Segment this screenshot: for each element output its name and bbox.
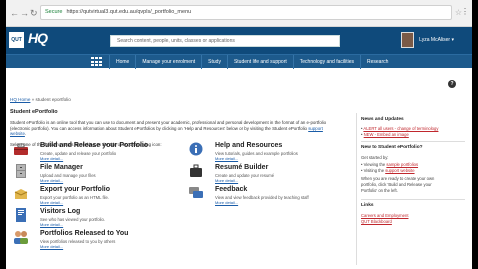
apps-grid-icon[interactable]	[91, 57, 103, 67]
browser-toolbar: ← → ↻ Secure https://qutvirtual3.qut.edu.…	[6, 0, 472, 27]
nav-student-life[interactable]: Student life and support	[226, 55, 293, 69]
panel-divider	[361, 199, 465, 200]
breadcrumb-current: » student eportfolio	[31, 97, 71, 102]
avatar[interactable]	[401, 32, 414, 48]
more-detail-link[interactable]: More detail...	[40, 200, 63, 205]
user-menu[interactable]: Lyza McAliser ▾	[419, 37, 454, 43]
tile-title[interactable]: Portfolios Released to You	[40, 230, 128, 237]
more-detail-link[interactable]: More detail...	[40, 222, 63, 227]
tile-title[interactable]: File Manager	[40, 164, 83, 171]
more-detail-link[interactable]: More detail...	[40, 178, 63, 183]
new-user-section: New to Student ePortfolio? Get started b…	[361, 145, 465, 193]
tile-title[interactable]: Resumé Builder	[215, 164, 268, 171]
help-icon[interactable]: ?	[448, 80, 456, 88]
briefcase-icon[interactable]	[188, 164, 204, 178]
more-detail-link[interactable]: More detail...	[40, 244, 63, 249]
blackboard-link[interactable]: QUT Blackboard	[361, 219, 392, 224]
step-text: Viewing the	[363, 162, 387, 167]
feedback-speech-icon[interactable]	[188, 186, 204, 200]
tile-title[interactable]: Help and Resources	[215, 142, 282, 149]
export-box-icon[interactable]	[13, 186, 29, 200]
left-letterbox	[0, 0, 6, 269]
step-text: Visiting the	[363, 168, 386, 173]
panel-divider	[361, 141, 465, 142]
people-icon[interactable]	[13, 230, 29, 244]
intro-body: Student ePortfolio is an online tool tha…	[10, 120, 327, 131]
secure-indicator: Secure	[45, 9, 63, 15]
main-content: HQ Home » student eportfolio Student ePo…	[10, 97, 350, 147]
tile-title[interactable]: Export your Portfolio	[40, 186, 110, 193]
qut-logo[interactable]: QUT	[9, 32, 24, 48]
intro-end: .	[24, 131, 27, 137]
tile-title[interactable]: Build and Release your Portfolio	[40, 142, 148, 149]
breadcrumb: HQ Home » student eportfolio	[10, 97, 350, 102]
right-letterbox	[472, 0, 478, 269]
news-link-terminology[interactable]: ALERT all users - change of terminology	[363, 126, 438, 131]
sidebar-panel: News and Updates • ALERT all users - cha…	[356, 113, 466, 265]
get-started-text: Get started by:	[361, 155, 389, 160]
back-arrow-icon[interactable]: ←	[10, 8, 19, 18]
info-icon[interactable]	[188, 142, 204, 156]
sample-portfolios-link[interactable]: sample portfolios	[386, 162, 418, 167]
news-heading: News and Updates	[361, 117, 404, 122]
ready-text-2: portfolio, click 'Build and Release your	[361, 182, 432, 187]
browser-menu-icon[interactable]: ⋮	[461, 7, 469, 16]
breadcrumb-home-link[interactable]: HQ Home	[10, 97, 30, 102]
nav-study[interactable]: Study	[201, 55, 227, 69]
panel-support-website-link[interactable]: support website	[385, 168, 414, 173]
reload-icon[interactable]: ↻	[30, 8, 38, 18]
forward-arrow-icon[interactable]: →	[20, 8, 29, 18]
file-cabinet-icon[interactable]	[13, 164, 29, 178]
more-detail-link[interactable]: More detail...	[215, 156, 238, 161]
more-detail-link[interactable]: More detail...	[215, 200, 238, 205]
nav-manage-enrolment[interactable]: Manage your enrolment	[135, 55, 201, 69]
page-title: Student ePortfolio	[10, 109, 58, 115]
ready-text-3: Portfolio' on the left.	[361, 188, 398, 193]
more-detail-link[interactable]: More detail...	[215, 178, 238, 183]
log-book-icon[interactable]	[13, 208, 29, 222]
nav-technology[interactable]: Technology and facilities	[292, 55, 360, 69]
new-user-heading: New to Student ePortfolio?	[361, 145, 423, 150]
main-navigation: Home Manage your enrolment Study Student…	[6, 54, 472, 69]
careers-link[interactable]: Careers and Employment	[361, 213, 408, 218]
ready-text-1: When you are ready to create your own	[361, 176, 435, 181]
hq-logo[interactable]: HQ	[28, 30, 48, 46]
search-input[interactable]: Search content, people, units, classes o…	[110, 35, 340, 47]
news-link-embed-image[interactable]: NEW - Embed an image	[364, 132, 409, 137]
nav-home[interactable]: Home	[109, 55, 135, 69]
tile-title[interactable]: Visitors Log	[40, 208, 80, 215]
more-detail-link[interactable]: More detail...	[40, 156, 63, 161]
address-bar[interactable]: Secure https://qutvirtual3.qut.edu.au/qvp…	[40, 5, 452, 20]
links-heading: Links	[361, 203, 374, 208]
intro-text: Student ePortfolio is an online tool tha…	[10, 120, 340, 137]
links-section: Links Careers and Employment QUT Blackbo…	[361, 203, 465, 224]
nav-research[interactable]: Research	[359, 55, 394, 69]
toolbox-icon[interactable]	[13, 142, 29, 156]
url-text: https://qutvirtual3.qut.edu.au/qvpls/_po…	[66, 9, 192, 15]
news-section: News and Updates • ALERT all users - cha…	[361, 117, 465, 137]
tile-title[interactable]: Feedback	[215, 186, 247, 193]
site-header: QUT HQ Search content, people, units, cl…	[6, 27, 472, 54]
